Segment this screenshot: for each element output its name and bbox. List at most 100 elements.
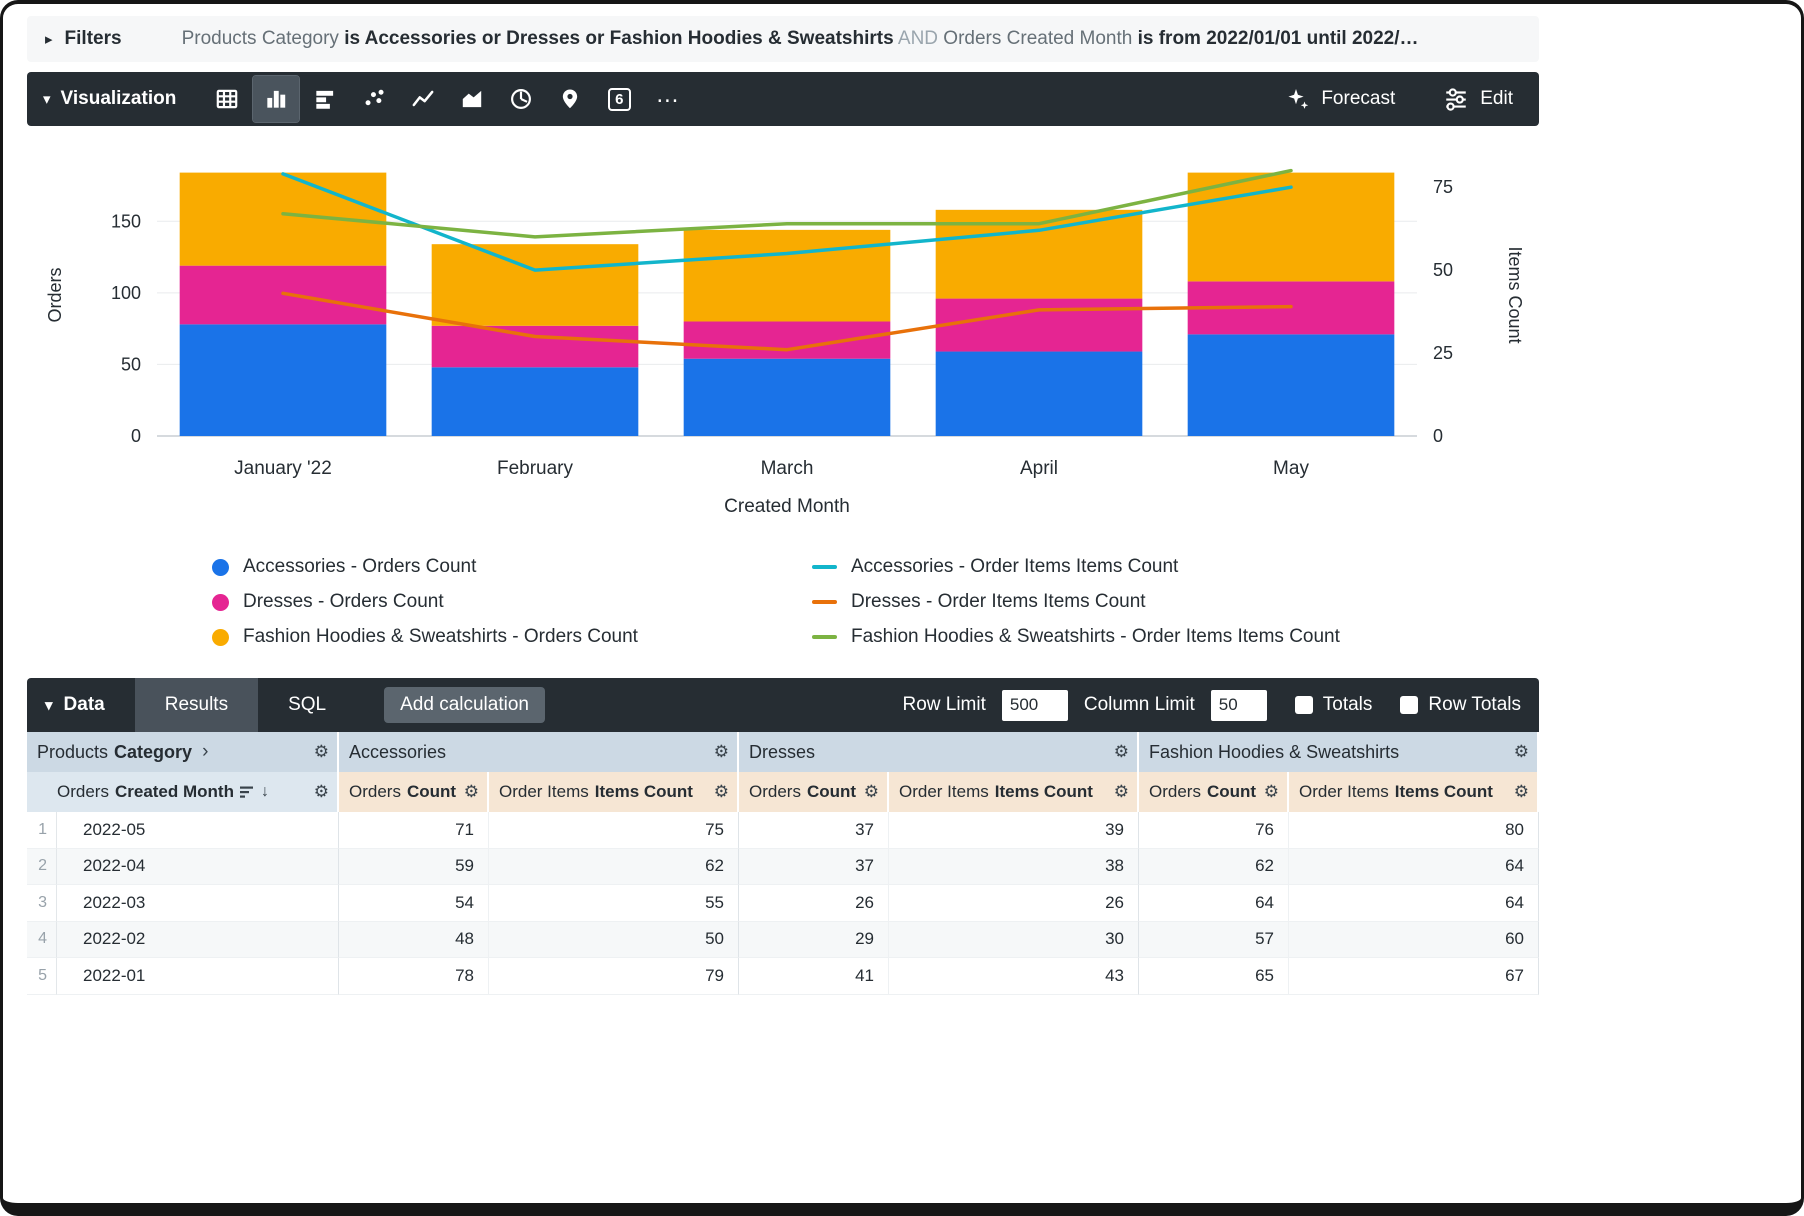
totals-checkbox[interactable] bbox=[1295, 696, 1313, 714]
gear-icon[interactable]: ⚙ bbox=[714, 782, 729, 802]
dimension-cell[interactable]: 2022-03 bbox=[57, 885, 339, 922]
viz-type-pie-button[interactable] bbox=[498, 76, 544, 122]
legend-label: Dresses - Order Items Items Count bbox=[851, 591, 1146, 613]
map-chart-icon bbox=[557, 86, 583, 112]
viz-type-bar-button[interactable] bbox=[302, 76, 348, 122]
sort-lines-icon[interactable] bbox=[240, 786, 255, 799]
visualization-collapse-caret-icon[interactable]: ▾ bbox=[43, 90, 51, 108]
totals-checkbox-group[interactable]: Totals bbox=[1295, 694, 1373, 716]
measure-cell[interactable]: 26 bbox=[889, 885, 1139, 922]
measure-cell[interactable]: 55 bbox=[489, 885, 739, 922]
measure-cell[interactable]: 67 bbox=[1289, 958, 1539, 995]
gear-icon[interactable]: ⚙ bbox=[314, 742, 329, 762]
measure-cell[interactable]: 59 bbox=[339, 849, 489, 886]
measure-cell[interactable]: 64 bbox=[1289, 849, 1539, 886]
column-header-orders-count[interactable]: Orders Count ⚙ bbox=[339, 772, 489, 812]
column-header-order-items-count[interactable]: Order Items Items Count ⚙ bbox=[1289, 772, 1539, 812]
dimension-field-name: Created Month bbox=[115, 782, 234, 802]
column-header-orders-count[interactable]: Orders Count ⚙ bbox=[1139, 772, 1289, 812]
measure-cell[interactable]: 54 bbox=[339, 885, 489, 922]
legend-item[interactable]: Accessories - Order Items Items Count bbox=[812, 556, 1340, 578]
measure-cell[interactable]: 64 bbox=[1289, 885, 1539, 922]
bar-chart-icon bbox=[312, 86, 338, 112]
measure-cell[interactable]: 62 bbox=[489, 849, 739, 886]
measure-cell[interactable]: 79 bbox=[489, 958, 739, 995]
pivot-group-dresses[interactable]: Dresses ⚙ bbox=[739, 732, 1139, 772]
gear-icon[interactable]: ⚙ bbox=[1514, 742, 1529, 762]
pivot-group-accessories[interactable]: Accessories ⚙ bbox=[339, 732, 739, 772]
measure-cell[interactable]: 75 bbox=[489, 812, 739, 849]
gear-icon[interactable]: ⚙ bbox=[1114, 742, 1129, 762]
column-header-products-category[interactable]: Products Category › ⚙ bbox=[27, 732, 339, 772]
edit-button[interactable]: Edit bbox=[1443, 86, 1513, 112]
gear-icon[interactable]: ⚙ bbox=[314, 782, 329, 802]
tab-results[interactable]: Results bbox=[135, 678, 258, 732]
measure-cell[interactable]: 65 bbox=[1139, 958, 1289, 995]
measure-cell[interactable]: 41 bbox=[739, 958, 889, 995]
measure-cell[interactable]: 37 bbox=[739, 812, 889, 849]
gear-icon[interactable]: ⚙ bbox=[1514, 782, 1529, 802]
filter-summary[interactable]: Products Category is Accessories or Dres… bbox=[182, 28, 1521, 50]
row-totals-checkbox-group[interactable]: Row Totals bbox=[1400, 694, 1521, 716]
gear-icon[interactable]: ⚙ bbox=[864, 782, 879, 802]
column-header-orders-count[interactable]: Orders Count ⚙ bbox=[739, 772, 889, 812]
legend-item[interactable]: Accessories - Orders Count bbox=[212, 556, 812, 578]
viz-type-single-value-button[interactable]: 6 bbox=[596, 76, 642, 122]
dimension-cell[interactable]: 2022-04 bbox=[57, 849, 339, 886]
measure-cell[interactable]: 62 bbox=[1139, 849, 1289, 886]
measure-cell[interactable]: 76 bbox=[1139, 812, 1289, 849]
viz-type-table-button[interactable] bbox=[204, 76, 250, 122]
pivot-chevron-icon[interactable]: › bbox=[202, 741, 208, 763]
column-header-order-items-count[interactable]: Order Items Items Count ⚙ bbox=[889, 772, 1139, 812]
measure-cell[interactable]: 29 bbox=[739, 922, 889, 959]
measure-cell[interactable]: 60 bbox=[1289, 922, 1539, 959]
legend-item[interactable]: Dresses - Order Items Items Count bbox=[812, 591, 1340, 613]
data-section-toggle[interactable]: ▾ Data bbox=[27, 694, 135, 716]
pivot-group-fashion-hoodies[interactable]: Fashion Hoodies & Sweatshirts ⚙ bbox=[1139, 732, 1539, 772]
measure-cell[interactable]: 57 bbox=[1139, 922, 1289, 959]
viz-type-map-button[interactable] bbox=[547, 76, 593, 122]
dimension-cell[interactable]: 2022-02 bbox=[57, 922, 339, 959]
gear-icon[interactable]: ⚙ bbox=[1264, 782, 1279, 802]
measure-cell[interactable]: 39 bbox=[889, 812, 1139, 849]
measure-cell[interactable]: 48 bbox=[339, 922, 489, 959]
measure-cell[interactable]: 78 bbox=[339, 958, 489, 995]
measure-cell[interactable]: 80 bbox=[1289, 812, 1539, 849]
dimension-cell[interactable]: 2022-01 bbox=[57, 958, 339, 995]
filters-expand-caret-icon[interactable]: ▸ bbox=[45, 30, 53, 48]
svg-text:February: February bbox=[497, 458, 574, 479]
legend-item[interactable]: Fashion Hoodies & Sweatshirts - Orders C… bbox=[212, 626, 812, 648]
column-header-orders-created-month[interactable]: Orders Created Month ↓ ⚙ bbox=[27, 772, 339, 812]
measure-cell[interactable]: 26 bbox=[739, 885, 889, 922]
measure-cell[interactable]: 50 bbox=[489, 922, 739, 959]
measure-cell[interactable]: 37 bbox=[739, 849, 889, 886]
viz-type-line-button[interactable] bbox=[400, 76, 446, 122]
dimension-cell[interactable]: 2022-05 bbox=[57, 812, 339, 849]
viz-type-scatter-button[interactable] bbox=[351, 76, 397, 122]
gear-icon[interactable]: ⚙ bbox=[714, 742, 729, 762]
viz-type-area-button[interactable] bbox=[449, 76, 495, 122]
gear-icon[interactable]: ⚙ bbox=[1114, 782, 1129, 802]
legend-line-swatch bbox=[812, 635, 837, 639]
measure-cell[interactable]: 64 bbox=[1139, 885, 1289, 922]
viz-more-options-button[interactable]: … bbox=[645, 76, 691, 122]
column-header-order-items-count[interactable]: Order Items Items Count ⚙ bbox=[489, 772, 739, 812]
legend-item[interactable]: Fashion Hoodies & Sweatshirts - Order It… bbox=[812, 626, 1340, 648]
viz-type-column-button[interactable] bbox=[253, 76, 299, 122]
filters-bar[interactable]: ▸ Filters Products Category is Accessori… bbox=[27, 16, 1539, 62]
legend-item[interactable]: Dresses - Orders Count bbox=[212, 591, 812, 613]
gear-icon[interactable]: ⚙ bbox=[464, 782, 479, 802]
row-totals-checkbox[interactable] bbox=[1400, 696, 1418, 714]
measure-cell[interactable]: 43 bbox=[889, 958, 1139, 995]
sort-desc-arrow-icon[interactable]: ↓ bbox=[261, 783, 269, 801]
measure-cell[interactable]: 38 bbox=[889, 849, 1139, 886]
svg-text:Orders: Orders bbox=[45, 267, 65, 322]
tab-sql[interactable]: SQL bbox=[258, 678, 356, 732]
combo-chart[interactable]: 0501001500255075January '22FebruaryMarch… bbox=[27, 136, 1539, 548]
column-limit-input[interactable] bbox=[1211, 690, 1267, 721]
measure-cell[interactable]: 30 bbox=[889, 922, 1139, 959]
add-calculation-button[interactable]: Add calculation bbox=[384, 687, 545, 723]
measure-cell[interactable]: 71 bbox=[339, 812, 489, 849]
forecast-button[interactable]: Forecast bbox=[1284, 86, 1395, 112]
row-limit-input[interactable] bbox=[1002, 690, 1068, 721]
